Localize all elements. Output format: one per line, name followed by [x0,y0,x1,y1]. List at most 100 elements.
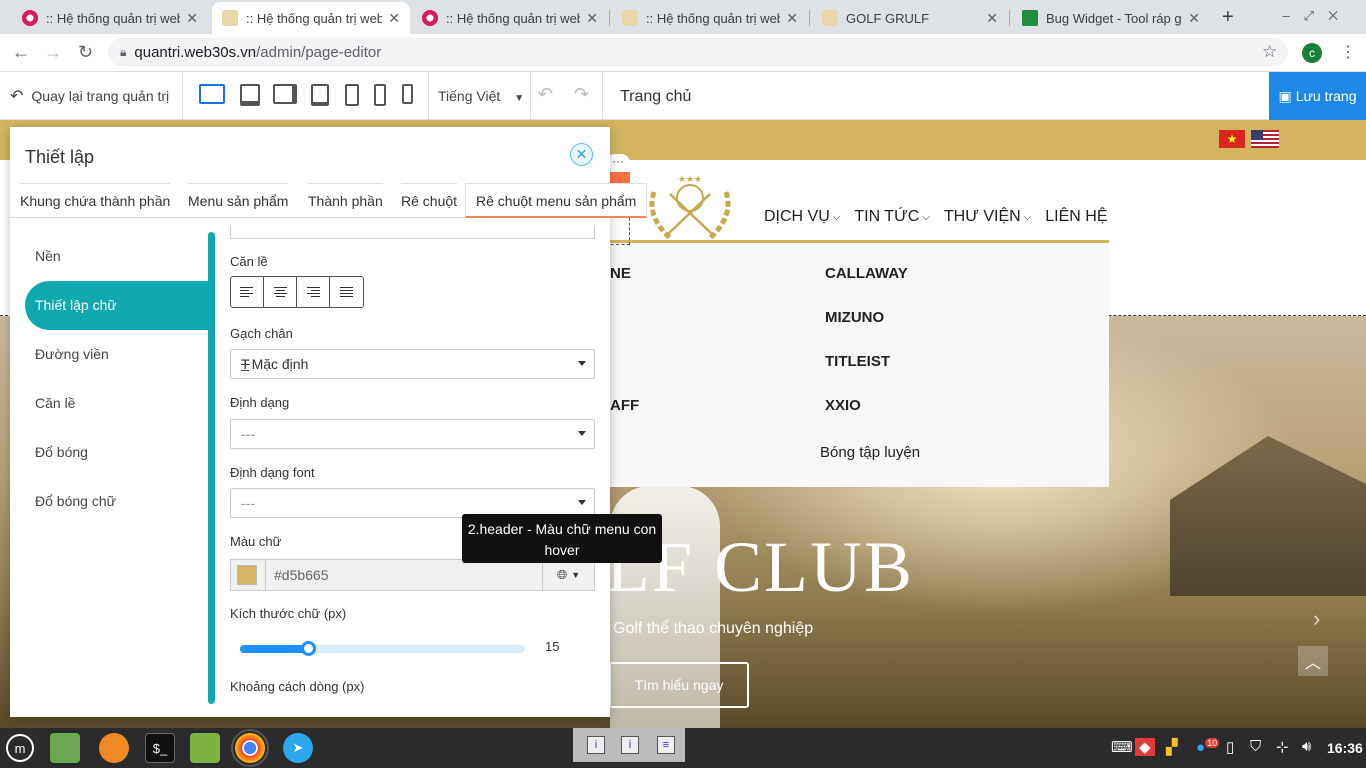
sidebar-item-text-settings[interactable]: Thiết lập chữ [25,281,210,330]
bookmark-star-icon[interactable]: ☆ [1262,42,1277,62]
tab-component[interactable]: Thành phần [308,183,383,218]
close-tab-icon[interactable]: ✕ [388,10,400,27]
caret-down-icon [578,500,586,505]
back-to-admin-button[interactable]: ↶ Quay lại trang quản trị [10,86,169,106]
reload-icon[interactable]: ↻ [78,42,93,63]
mega-menu-item[interactable]: XXIO [825,397,861,414]
close-icon[interactable]: ✕ [570,143,593,166]
nav-item-news[interactable]: TIN TỨC ⌵ [854,208,930,226]
profile-avatar[interactable]: c [1302,43,1322,63]
window-controls[interactable]: –⤢✕ [1282,8,1352,24]
close-tab-icon[interactable]: ✕ [1188,10,1200,27]
tab-hover[interactable]: Rê chuột [401,183,458,218]
browser-tab[interactable]: :: Hệ thống quản trị web ✕ [412,2,608,34]
new-tab-button[interactable]: + [1222,6,1234,29]
nav-item-library[interactable]: THƯ VIỆN ⌵ [944,208,1031,226]
files-icon[interactable] [50,733,80,763]
caret-down-icon: ▼ [514,93,525,104]
nav-item-contact[interactable]: LIÊN HỆ [1045,208,1107,226]
align-center-icon[interactable] [264,277,297,307]
mint-menu-icon[interactable]: m [6,734,34,762]
slider-handle[interactable] [301,641,317,656]
undo-icon[interactable]: ↶ [538,84,553,105]
terminal-icon[interactable]: $_ [145,733,175,763]
language-select[interactable]: Tiếng Việt ▼ [438,88,524,104]
app-tray-icon[interactable]: ▞ [1166,738,1178,756]
url-path: /admin/page-editor [256,43,382,61]
sidebar-item-shadow[interactable]: Đổ bóng [25,428,210,477]
tab-label: :: Hệ thống quản trị web [246,10,383,26]
align-justify-icon[interactable] [330,277,363,307]
tab-product-menu[interactable]: Menu sản phẩm [188,183,289,218]
sidebar-item-border[interactable]: Đường viền [25,330,210,379]
usa-flag-icon[interactable] [1251,130,1279,148]
back-arrow-icon[interactable]: ← [12,42,30,63]
phone-medium-icon[interactable] [374,84,386,106]
network-icon[interactable]: ⊹ [1276,738,1289,756]
sidebar-item-alignment[interactable]: Căn lề [25,379,210,428]
volume-icon[interactable]: 🔊︎ [1302,738,1311,755]
previous-field[interactable] [230,225,595,239]
phone-large-icon[interactable] [345,84,359,106]
spreadsheet-window-icon[interactable]: ≡ [657,736,675,754]
browser-menu-icon[interactable]: ⋮ [1340,42,1356,62]
browser-tab[interactable]: :: Hệ thống quản trị web ✕ [12,2,208,34]
align-right-icon[interactable] [297,277,330,307]
global-color-dropdown[interactable]: 🌐︎ ▼ [542,560,594,590]
scroll-top-icon[interactable]: ︿ [1298,646,1328,676]
info-window-icon[interactable]: i [621,736,639,754]
caret-down-icon: ▼ [571,570,581,580]
mega-menu-item[interactable]: TITLEIST [825,353,890,370]
hero-cta-button[interactable]: Tìm hiểu ngay [609,662,749,708]
tab-hover-product-menu[interactable]: Rê chuột menu sản phẩm [465,183,648,218]
font-size-slider[interactable] [240,641,525,656]
forward-arrow-icon[interactable]: → [44,42,62,63]
shield-icon[interactable]: ⛉ [1250,738,1261,755]
align-left-icon[interactable] [231,277,264,307]
mega-menu-item[interactable]: AFF [610,397,639,414]
notification-badge: 10 [1205,738,1220,748]
browser-tab[interactable]: GOLF GRULF ✕ [812,2,1008,34]
vietnam-flag-icon[interactable]: ★ [1219,130,1245,148]
mega-menu-subitem[interactable]: Bóng tập luyện [820,444,920,461]
tab-label: :: Hệ thống quản trị web [646,10,781,26]
firefox-icon[interactable] [99,733,129,763]
browser-tab[interactable]: Bug Widget - Tool ráp g ✕ [1012,2,1210,34]
tablet-landscape-large-icon[interactable] [240,84,260,106]
nav-item-services[interactable]: DỊCH VỤ ⌵ [764,208,840,226]
format-select[interactable]: --- [230,419,595,449]
mega-menu-item[interactable]: MIZUNO [825,309,884,326]
url-input[interactable]: 🔒︎ quantri.web30s.vn/admin/page-editor [108,38,1288,66]
sidebar-item-background[interactable]: Nền [25,232,210,281]
redo-icon[interactable]: ↷ [574,84,589,105]
slider-next-icon[interactable]: › [1313,606,1320,632]
telegram-icon[interactable]: ➤ [283,733,313,763]
close-tab-icon[interactable]: ✕ [586,10,598,27]
mega-menu-item[interactable]: NE [610,265,631,282]
browser-tab[interactable]: :: Hệ thống quản trị web ✕ [612,2,808,34]
browser-tab-active[interactable]: :: Hệ thống quản trị web ✕ [212,2,410,34]
chrome-icon[interactable] [231,729,269,767]
folder-icon[interactable] [190,733,220,763]
clipboard-icon[interactable]: ▯ [1226,738,1234,756]
close-tab-icon[interactable]: ✕ [786,10,798,27]
underline-select[interactable]: T̲ Mặc định [230,349,595,379]
close-tab-icon[interactable]: ✕ [986,10,998,27]
info-window-icon[interactable]: i [587,736,605,754]
color-swatch[interactable] [237,565,257,585]
phone-small-icon[interactable] [402,84,413,104]
desktop-device-icon[interactable] [199,84,225,104]
tablet-landscape-icon[interactable] [273,84,297,104]
save-page-button[interactable]: ▣ Lưu trang [1269,72,1366,120]
keyboard-icon[interactable]: ⌨ [1111,738,1133,756]
tablet-portrait-icon[interactable] [311,84,329,106]
format-label: Định dạng [230,395,290,410]
underline-value: Mặc định [251,356,309,372]
sidebar-item-text-shadow[interactable]: Đổ bóng chữ [25,477,210,526]
close-tab-icon[interactable]: ✕ [186,10,198,27]
text-color-field[interactable]: #d5b665 🌐︎ ▼ [230,559,595,591]
telegram-tray-icon[interactable]: ● 10 [1196,738,1220,756]
anydesk-icon[interactable]: ◆ [1135,738,1155,756]
tab-component-container[interactable]: Khung chứa thành phần [20,183,171,218]
mega-menu-item[interactable]: CALLAWAY [825,265,908,282]
